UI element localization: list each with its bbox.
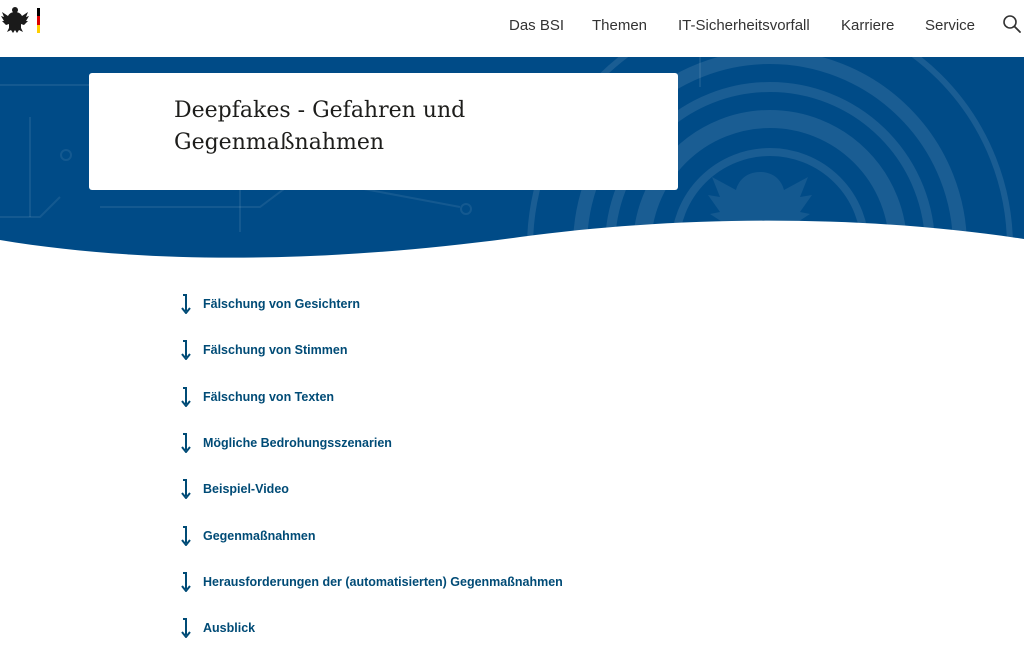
page-title: Deepfakes - Gefahren und Gegenmaßnahmen <box>174 98 466 155</box>
nav-item-service[interactable]: Service <box>925 17 975 35</box>
arrow-down-icon <box>181 479 191 499</box>
anchor-link-label: Fälschung von Gesichtern <box>203 297 360 311</box>
nav-item-it-sicherheitsvorfall[interactable]: IT-Sicherheitsvorfall <box>678 17 810 35</box>
anchor-link-label: Fälschung von Stimmen <box>203 343 348 357</box>
nav-item-karriere[interactable]: Karriere <box>841 17 894 35</box>
federal-eagle-icon[interactable] <box>0 4 44 34</box>
arrow-down-icon <box>181 340 191 360</box>
arrow-down-icon <box>181 294 191 314</box>
arrow-down-icon <box>181 387 191 407</box>
site-header: Das BSI Themen IT-Sicherheitsvorfall Kar… <box>0 0 1024 57</box>
anchor-link-label: Fälschung von Texten <box>203 390 335 404</box>
arrow-down-icon <box>181 526 191 546</box>
search-icon[interactable] <box>1002 14 1022 34</box>
anchor-link-label: Beispiel-Video <box>203 482 289 496</box>
arrow-down-icon <box>181 433 191 453</box>
arrow-down-icon <box>181 572 191 592</box>
anchor-link-label: Ausblick <box>203 621 256 635</box>
anchor-link-label: Gegenmaßnahmen <box>203 529 316 543</box>
title-card: Deepfakes - Gefahren und Gegenmaßnahmen <box>89 73 678 190</box>
nav-item-themen[interactable]: Themen <box>592 17 647 35</box>
anchor-link-label: Mögliche Bedrohungsszenarien <box>203 436 392 450</box>
nav-item-das-bsi[interactable]: Das BSI <box>509 17 564 35</box>
anchor-link-label: Herausforderungen der (automatisierten) … <box>203 575 563 589</box>
arrow-down-icon <box>181 618 191 638</box>
